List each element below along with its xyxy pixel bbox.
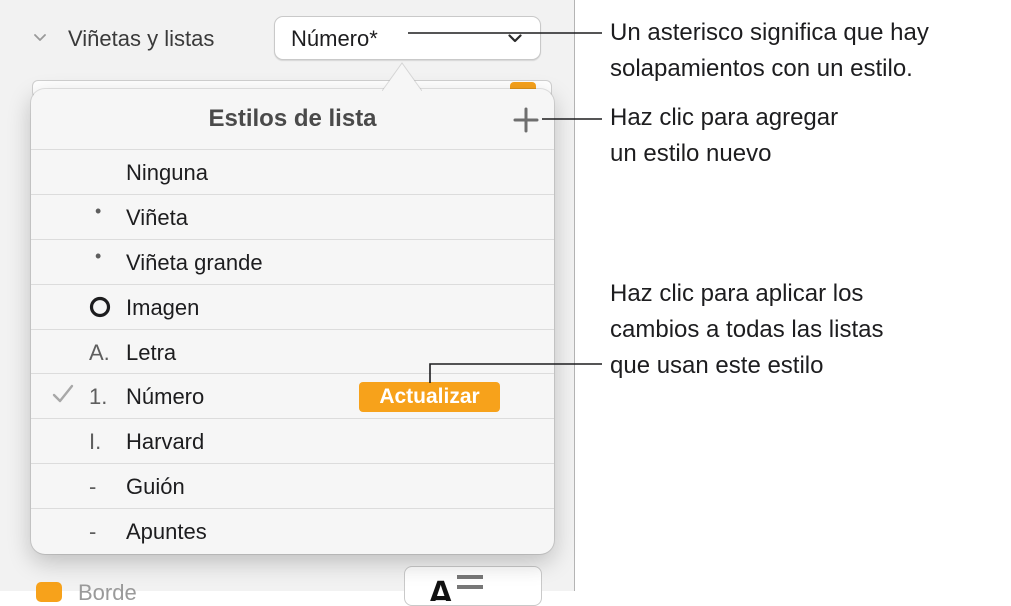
update-style-button[interactable]: Actualizar	[359, 382, 500, 413]
list-styles-popover: Estilos de lista Ninguna • Viñeta • Viñe…	[31, 62, 554, 554]
list-style-label: Número	[126, 384, 205, 410]
section-label: Viñetas y listas	[68, 26, 215, 51]
list-style-dropdown[interactable]: Número*	[274, 16, 541, 60]
list-style-item[interactable]: I. Harvard	[31, 418, 554, 463]
list-style-item-selected[interactable]: 1. Número Actualizar	[31, 373, 554, 418]
callout-line: solapamientos con un estilo.	[610, 55, 913, 82]
list-style-label: Guión	[126, 474, 185, 500]
bullets-lists-section-header[interactable]: Viñetas y listas Número*	[0, 0, 574, 80]
list-style-item[interactable]: A. Letra	[31, 328, 554, 374]
list-marker: -	[89, 519, 97, 545]
border-label: Borde	[78, 580, 137, 605]
popover-pointer	[382, 62, 422, 91]
list-marker: I.	[89, 429, 102, 455]
list-style-list: Ninguna • Viñeta • Viñeta grande Imagen …	[31, 149, 554, 553]
list-style-item[interactable]: - Apuntes	[31, 508, 554, 553]
list-marker: A.	[89, 339, 110, 365]
ring-icon	[89, 296, 111, 317]
dropdown-arrow-icon	[508, 34, 522, 43]
list-marker: 1.	[89, 384, 108, 410]
checkmark-icon	[52, 385, 74, 403]
list-style-item[interactable]: - Guión	[31, 463, 554, 508]
list-marker: -	[89, 474, 97, 500]
list-style-label: Viñeta grande	[126, 249, 263, 275]
border-checkbox[interactable]	[36, 582, 62, 602]
list-style-item[interactable]: • Viñeta	[31, 193, 554, 239]
list-style-label: Letra	[126, 339, 177, 365]
popover-title: Estilos de lista	[208, 105, 377, 132]
list-style-label: Viñeta	[126, 204, 188, 230]
list-style-item[interactable]: Ninguna	[31, 149, 554, 194]
bullet-marker: •	[95, 200, 102, 221]
list-style-value: Número*	[291, 26, 378, 51]
callout-asterisk: Un asterisco significa que hay solapamie…	[610, 15, 929, 87]
text-style-button[interactable]: A	[404, 566, 542, 606]
list-style-item[interactable]: Imagen	[31, 283, 554, 329]
callout-line: que usan este estilo	[610, 352, 824, 379]
chevron-down-icon[interactable]	[34, 34, 46, 42]
list-style-label: Apuntes	[126, 519, 207, 545]
bullet-marker: •	[95, 245, 102, 266]
plus-icon[interactable]	[509, 103, 543, 137]
list-style-label: Imagen	[126, 294, 200, 320]
text-align-icon: A	[427, 574, 483, 601]
callout-add-style: Haz clic para agregar un estilo nuevo	[610, 100, 838, 172]
callout-line: cambios a todas las listas	[610, 316, 884, 343]
list-style-label: Harvard	[126, 429, 205, 455]
callout-line: un estilo nuevo	[610, 140, 772, 167]
svg-text:A: A	[427, 574, 454, 601]
list-style-item[interactable]: • Viñeta grande	[31, 238, 554, 284]
callout-line: Un asterisco significa que hay	[610, 19, 929, 46]
callout-line: Haz clic para aplicar los	[610, 280, 864, 307]
callout-update: Haz clic para aplicar los cambios a toda…	[610, 276, 883, 384]
list-style-label: Ninguna	[126, 160, 208, 185]
callout-line: Haz clic para agregar	[610, 104, 839, 131]
